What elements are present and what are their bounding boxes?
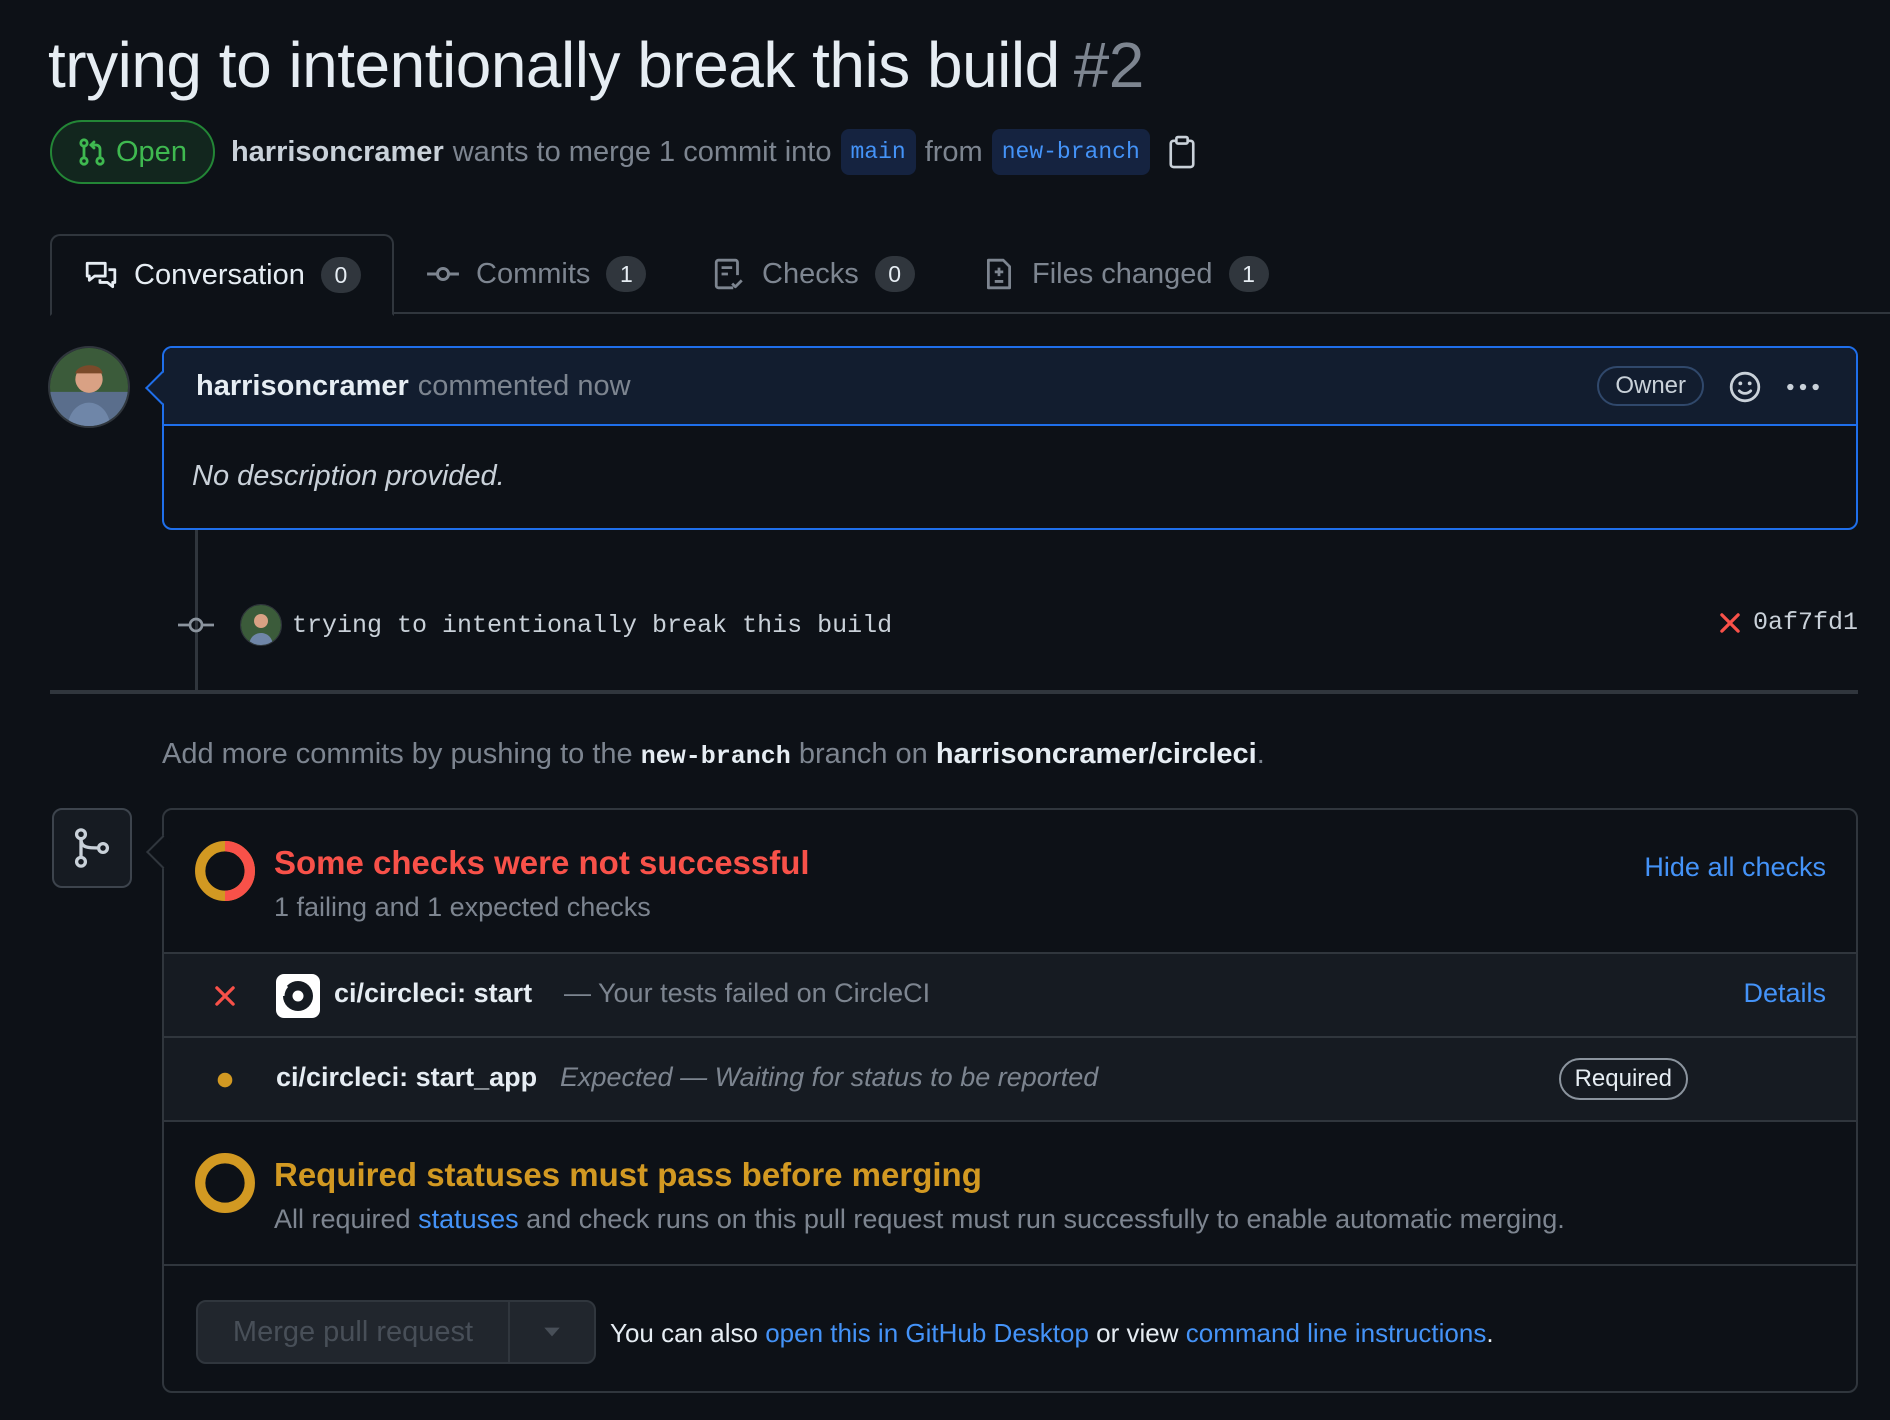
copy-icon[interactable] xyxy=(1167,135,1197,169)
push-note: Add more commits by pushing to the new-b… xyxy=(162,738,1265,771)
merge-box: Some checks were not successful 1 failin… xyxy=(162,808,1858,1393)
pr-title-text: trying to intentionally break this build xyxy=(48,29,1060,101)
required-statuses: Required statuses must pass before mergi… xyxy=(164,1122,1856,1266)
avatar-image xyxy=(241,605,281,645)
x-icon xyxy=(1720,612,1740,633)
base-branch[interactable]: main xyxy=(840,129,916,175)
github-desktop-link[interactable]: open this in GitHub Desktop xyxy=(765,1318,1089,1348)
commit-message[interactable]: trying to intentionally break this build xyxy=(292,611,892,640)
check-name: ci/circleci: start xyxy=(334,978,533,1008)
details-link[interactable]: Details xyxy=(1743,978,1826,1009)
tab-checks[interactable]: Checks 0 xyxy=(712,234,915,314)
pr-title: trying to intentionally break this build… xyxy=(48,28,1144,102)
smiley-icon[interactable] xyxy=(1728,370,1762,404)
merge-method-dropdown[interactable] xyxy=(510,1302,594,1362)
tab-conversation[interactable]: Conversation 0 xyxy=(50,234,394,316)
push-note-prefix: Add more commits by pushing to the xyxy=(162,738,633,770)
git-branch-icon xyxy=(74,828,110,868)
merge-pull-request-button[interactable]: Merge pull request xyxy=(198,1302,510,1362)
kebab-horizontal-icon[interactable] xyxy=(1784,374,1822,400)
head-branch[interactable]: new-branch xyxy=(991,129,1150,175)
git-commit-icon xyxy=(427,266,459,282)
tab-label: Checks xyxy=(762,257,859,290)
push-note-repo[interactable]: harrisoncramer/circleci xyxy=(936,738,1257,770)
push-note-branch: new-branch xyxy=(640,742,791,771)
pending-dot-icon xyxy=(217,1072,233,1088)
merge-note-suffix: . xyxy=(1486,1318,1494,1348)
merge-button-group: Merge pull request xyxy=(196,1300,596,1364)
tab-count: 1 xyxy=(1228,256,1269,292)
tab-label: Files changed xyxy=(1032,257,1213,290)
checks-summary: Some checks were not successful 1 failin… xyxy=(164,810,1856,954)
required-suffix: and check runs on this pull request must… xyxy=(526,1204,1565,1234)
statuses-link[interactable]: statuses xyxy=(418,1204,519,1234)
check-description: — Your tests failed on CircleCI xyxy=(564,978,931,1008)
merge-icon-box xyxy=(52,808,132,888)
avatar-image xyxy=(50,348,128,426)
pr-tabs: Conversation 0 Commits 1 Checks 0 Files … xyxy=(50,234,1890,316)
pull-request-icon xyxy=(79,138,105,166)
merge-note-middle: or view xyxy=(1096,1318,1179,1348)
push-note-suffix: . xyxy=(1256,738,1265,770)
required-badge: Required xyxy=(1558,1058,1688,1100)
tab-count: 0 xyxy=(874,256,915,292)
merge-note: You can also open this in GitHub Desktop… xyxy=(610,1318,1494,1349)
triangle-down-icon xyxy=(544,1327,560,1337)
required-subtitle: All required statuses and check runs on … xyxy=(274,1204,1565,1235)
file-diff-icon xyxy=(986,258,1012,290)
pr-author-link[interactable]: harrisoncramer xyxy=(231,136,444,169)
tab-count: 1 xyxy=(606,256,647,292)
state-badge: Open xyxy=(50,120,215,184)
commit-author-avatar[interactable] xyxy=(240,604,282,646)
git-commit-icon xyxy=(178,617,214,633)
checks-title: Some checks were not successful xyxy=(274,844,810,881)
command-line-instructions-link[interactable]: command line instructions xyxy=(1186,1318,1487,1348)
circleci-logo-icon xyxy=(276,974,320,1018)
checks-status-ring-icon xyxy=(195,841,255,901)
comment-action: commented now xyxy=(417,369,631,402)
pending-ring-icon xyxy=(195,1153,255,1213)
checks-subtitle: 1 failing and 1 expected checks xyxy=(274,892,651,922)
merge-summary: harrisoncramer wants to merge 1 commit i… xyxy=(231,129,1197,175)
pr-meta: Open harrisoncramer wants to merge 1 com… xyxy=(50,120,1197,184)
state-label: Open xyxy=(116,135,187,168)
merge-text: wants to merge 1 commit into xyxy=(452,135,832,168)
timeline-divider xyxy=(50,690,1858,694)
tab-commits[interactable]: Commits 1 xyxy=(426,234,647,314)
comment-card: harrisoncramer commented now Owner No de… xyxy=(162,346,1858,530)
avatar[interactable] xyxy=(48,346,130,428)
check-row: ci/circleci: start — Your tests failed o… xyxy=(164,954,1856,1038)
from-text: from xyxy=(924,135,983,168)
check-name: ci/circleci: start_app xyxy=(276,1062,538,1092)
required-title: Required statuses must pass before mergi… xyxy=(274,1156,982,1193)
x-icon xyxy=(215,986,235,1006)
check-row: ci/circleci: start_app Expected — Waitin… xyxy=(164,1038,1856,1122)
tab-label: Conversation xyxy=(134,258,305,291)
comment-discussion-icon xyxy=(85,261,117,289)
commit-item: trying to intentionally break this build… xyxy=(178,600,1858,650)
comment-body: No description provided. xyxy=(192,460,505,492)
tab-files-changed[interactable]: Files changed 1 xyxy=(982,234,1269,314)
check-description: Expected — Waiting for status to be repo… xyxy=(560,1062,1099,1092)
required-prefix: All required xyxy=(274,1204,411,1234)
commit-status[interactable]: 0af7fd1 xyxy=(1717,608,1858,637)
tab-label: Commits xyxy=(476,257,591,290)
merge-note-prefix: You can also xyxy=(610,1318,758,1348)
comment-author[interactable]: harrisoncramer xyxy=(196,370,409,403)
commit-sha[interactable]: 0af7fd1 xyxy=(1753,608,1858,637)
push-note-middle: branch on xyxy=(798,738,928,770)
tab-count: 0 xyxy=(320,257,361,293)
checklist-icon xyxy=(714,258,743,290)
hide-all-checks-link[interactable]: Hide all checks xyxy=(1644,852,1826,883)
comment-header: harrisoncramer commented now Owner xyxy=(164,348,1856,426)
merge-actions: Merge pull request You can also open thi… xyxy=(164,1266,1856,1393)
owner-badge: Owner xyxy=(1597,366,1704,406)
pr-number: #2 xyxy=(1073,29,1145,101)
